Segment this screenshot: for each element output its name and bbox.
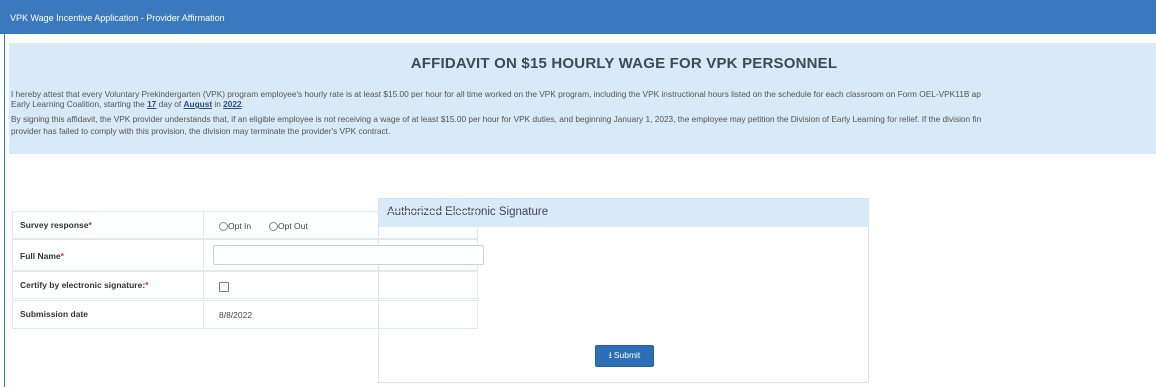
app-title: VPK Wage Incentive Application - Provide… <box>10 13 225 23</box>
start-year: 2022 <box>223 99 242 109</box>
submit-button[interactable]: ⭳ Submit <box>595 345 654 367</box>
submission-date-row: Submission date 8/8/2022 <box>12 300 478 329</box>
opt-out-radio[interactable] <box>269 222 278 231</box>
row-divider <box>203 272 204 298</box>
submission-date-value: 8/8/2022 <box>219 310 253 320</box>
certify-row: Certify by electronic signature:* <box>12 271 478 299</box>
certify-checkbox[interactable] <box>219 282 229 292</box>
row-divider <box>203 240 204 270</box>
para1-period: . <box>241 99 244 109</box>
certify-text: Certify by electronic signature: <box>20 280 146 290</box>
required-marker: * <box>88 220 92 230</box>
affidavit-para2-line2: provider has failed to comply with this … <box>11 126 391 136</box>
submission-date-label: Submission date <box>20 309 89 319</box>
row-divider <box>203 212 204 238</box>
start-day: 17 <box>147 99 157 109</box>
survey-response-row: Survey response* Opt In Opt Out <box>12 211 478 239</box>
para1-continuation: Early Learning Coalition, starting the <box>11 99 148 109</box>
affidavit-para1-line2: Early Learning Coalition, starting the 1… <box>11 99 244 110</box>
submit-label: Submit <box>613 350 641 360</box>
required-marker: * <box>60 251 64 261</box>
survey-response-label: Survey response* <box>20 220 92 230</box>
app-title-bar: VPK Wage Incentive Application - Provide… <box>0 0 1156 34</box>
left-border <box>4 34 5 387</box>
affidavit-heading: AFFIDAVIT ON $15 HOURLY WAGE FOR VPK PER… <box>410 55 838 72</box>
full-name-input[interactable] <box>213 245 484 265</box>
start-month: August <box>183 99 213 109</box>
opt-in-label[interactable]: Opt In <box>228 221 251 231</box>
full-name-text: Full Name <box>20 251 61 261</box>
survey-response-text: Survey response <box>20 220 89 230</box>
affidavit-para2-line1: By signing this affidavit, the VPK provi… <box>11 114 982 124</box>
day-suffix: day of <box>156 99 184 109</box>
opt-out-label[interactable]: Opt Out <box>278 221 308 231</box>
required-marker: * <box>145 280 149 290</box>
upload-icon: ⭳ <box>608 350 612 360</box>
opt-in-radio[interactable] <box>219 222 228 231</box>
row-divider <box>203 301 204 328</box>
full-name-row: Full Name* <box>12 239 484 271</box>
affidavit-panel: AFFIDAVIT ON $15 HOURLY WAGE FOR VPK PER… <box>9 43 1156 154</box>
full-name-label: Full Name* <box>20 251 64 261</box>
certify-label: Certify by electronic signature:* <box>20 280 148 290</box>
in-word: in <box>212 99 224 109</box>
